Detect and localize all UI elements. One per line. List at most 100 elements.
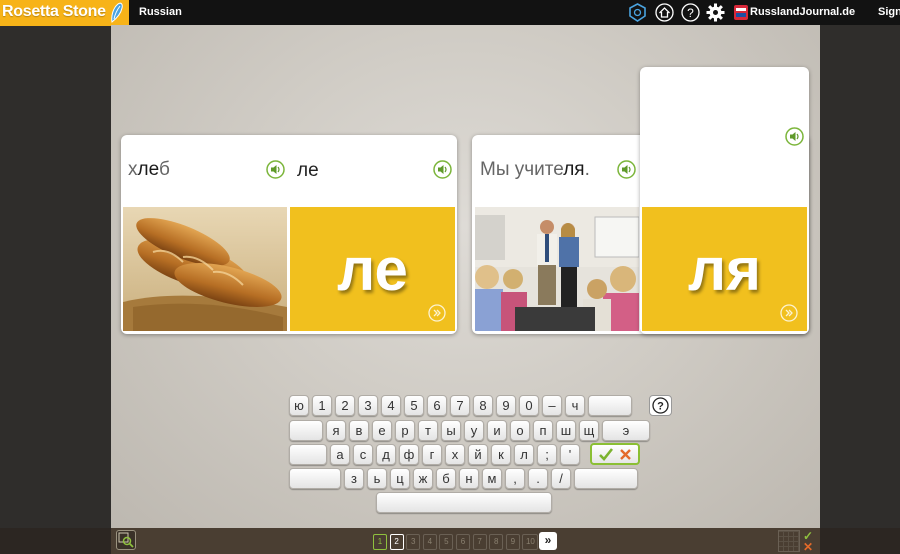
magnifier-icon [118, 532, 134, 548]
key-в[interactable]: в [349, 420, 369, 441]
speaker-icon[interactable] [617, 160, 636, 179]
key-м[interactable]: м [482, 468, 502, 489]
key-й[interactable]: й [468, 444, 488, 465]
key-е[interactable]: е [372, 420, 392, 441]
key-ж[interactable]: ж [413, 468, 433, 489]
site-label: RusslandJournal.de [750, 6, 856, 18]
settings-icon[interactable] [706, 3, 725, 22]
advance-icon[interactable] [780, 304, 798, 322]
site-logo-icon [734, 5, 748, 20]
key-6[interactable]: 6 [427, 395, 447, 416]
key-blank[interactable] [289, 420, 323, 441]
key-с[interactable]: с [353, 444, 373, 465]
syllable-header: ле [297, 160, 319, 181]
key-ь[interactable]: ь [367, 468, 387, 489]
key-л[interactable]: л [514, 444, 534, 465]
advance-icon[interactable] [428, 304, 446, 322]
course-language[interactable]: Russian [139, 6, 182, 18]
submit-answer-buttons[interactable] [590, 443, 640, 465]
key-ы[interactable]: ы [441, 420, 461, 441]
rosetta-stone-mark-icon [111, 2, 123, 23]
incorrect-count-x-icon: ✕ [803, 540, 814, 554]
key-ш[interactable]: ш [556, 420, 576, 441]
syllable-large: ля [687, 236, 762, 303]
key-щ[interactable]: щ [579, 420, 599, 441]
key-blank[interactable] [289, 468, 341, 489]
page-button-7[interactable]: 7 [472, 534, 487, 550]
word-card-3[interactable]: ля [640, 67, 809, 334]
key-г[interactable]: г [422, 444, 442, 465]
key-–[interactable]: – [542, 395, 562, 416]
key-5[interactable]: 5 [404, 395, 424, 416]
page-button-6[interactable]: 6 [456, 534, 470, 550]
key-э[interactable]: э [602, 420, 650, 441]
key-х[interactable]: х [445, 444, 465, 465]
speaker-icon[interactable] [266, 160, 285, 179]
svg-text:?: ? [657, 401, 664, 413]
key-blank[interactable] [574, 468, 638, 489]
key-н[interactable]: н [459, 468, 479, 489]
key-и[interactable]: и [487, 420, 507, 441]
card-word: хлеб [128, 159, 170, 180]
key-1[interactable]: 1 [312, 395, 332, 416]
page-button-3[interactable]: 3 [406, 534, 421, 550]
key-0[interactable]: 0 [519, 395, 539, 416]
speaker-icon[interactable] [433, 160, 452, 179]
syllable-tile: ля [642, 207, 807, 331]
key-п[interactable]: п [533, 420, 553, 441]
key-/[interactable]: / [551, 468, 571, 489]
key-з[interactable]: з [344, 468, 364, 489]
key-,[interactable]: , [505, 468, 525, 489]
key-ц[interactable]: ц [390, 468, 410, 489]
page-button-8[interactable]: 8 [489, 534, 504, 550]
sign-in-link[interactable]: Sign [878, 6, 900, 18]
key-.[interactable]: . [528, 468, 548, 489]
word-card-1[interactable]: хлеб ле ле [121, 135, 457, 334]
help-circle-icon: ? [652, 397, 669, 414]
key-д[interactable]: д [376, 444, 396, 465]
keyboard-help-button[interactable]: ? [649, 395, 672, 416]
check-icon[interactable] [598, 447, 614, 462]
key-blank[interactable] [289, 444, 327, 465]
syllable-large: ле [337, 236, 408, 303]
key-к[interactable]: к [491, 444, 511, 465]
speaker-icon[interactable] [785, 127, 804, 146]
page-button-10[interactable]: 10 [522, 534, 539, 550]
progress-grid-icon[interactable] [778, 530, 800, 552]
page-button-4[interactable]: 4 [422, 534, 437, 550]
key-3[interactable]: 3 [358, 395, 378, 416]
help-icon[interactable]: ? [681, 3, 700, 22]
page-button-5[interactable]: 5 [439, 534, 454, 550]
key-ч[interactable]: ч [565, 395, 585, 416]
zoom-tool-button[interactable] [116, 530, 136, 550]
brand-logo[interactable]: Rosetta Stone [0, 0, 129, 26]
classroom-photo [475, 207, 639, 331]
key-о[interactable]: о [510, 420, 530, 441]
key-'[interactable]: ' [560, 444, 580, 465]
key-т[interactable]: т [418, 420, 438, 441]
page-button-1[interactable]: 1 [373, 534, 387, 550]
cross-icon[interactable] [619, 448, 632, 461]
key-7[interactable]: 7 [450, 395, 470, 416]
key-ю[interactable]: ю [289, 395, 309, 416]
page-button-2[interactable]: 2 [389, 534, 404, 550]
home-icon[interactable] [655, 3, 674, 22]
key-ф[interactable]: ф [399, 444, 419, 465]
key-4[interactable]: 4 [381, 395, 401, 416]
bread-photo [123, 207, 287, 331]
key-а[interactable]: а [330, 444, 350, 465]
key-р[interactable]: р [395, 420, 415, 441]
key-я[interactable]: я [326, 420, 346, 441]
key-у[interactable]: у [464, 420, 484, 441]
key-blank[interactable] [588, 395, 632, 416]
badge-icon[interactable] [628, 3, 647, 22]
next-screen-button[interactable]: » [539, 532, 557, 550]
card-word: Мы учителя. [480, 159, 590, 180]
page-button-9[interactable]: 9 [505, 534, 520, 550]
key-8[interactable]: 8 [473, 395, 493, 416]
key-;[interactable]: ; [537, 444, 557, 465]
space-bar[interactable] [376, 492, 552, 513]
key-2[interactable]: 2 [335, 395, 355, 416]
key-б[interactable]: б [436, 468, 456, 489]
key-9[interactable]: 9 [496, 395, 516, 416]
